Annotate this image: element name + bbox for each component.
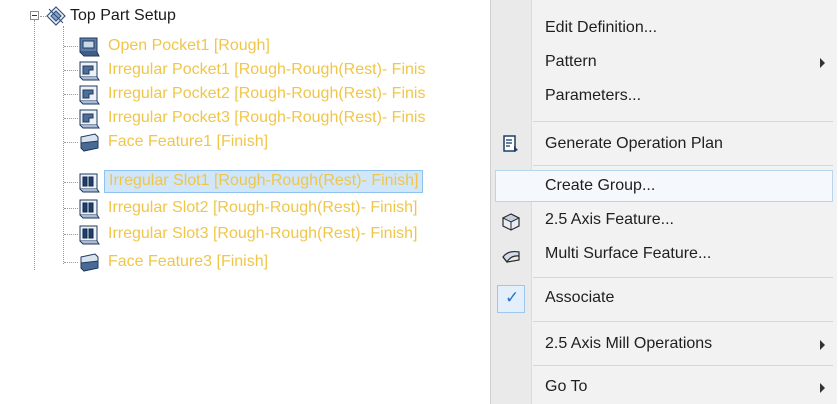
- menu-item-label: Pattern: [545, 53, 597, 70]
- axis-feature-icon: [501, 213, 521, 231]
- menu-item-label: 2.5 Axis Mill Operations: [545, 335, 713, 352]
- submenu-arrow-icon: [820, 383, 825, 393]
- open-pocket-icon: [79, 37, 100, 57]
- tree-branch: [64, 94, 78, 95]
- collapse-toggle[interactable]: [30, 11, 39, 20]
- tree-branch: [64, 118, 78, 119]
- tree-item-label: Irregular Slot2 [Rough-Rough(Rest)- Fini…: [108, 199, 418, 216]
- menu-separator: [533, 121, 833, 122]
- tree-item-label: Irregular Slot1 [Rough-Rough(Rest)- Fini…: [104, 170, 424, 193]
- menu-item-label: Associate: [545, 289, 615, 306]
- setup-label[interactable]: Top Part Setup: [70, 6, 176, 26]
- tree-item-irregular-slot2[interactable]: Irregular Slot2 [Rough-Rough(Rest)- Fini…: [0, 196, 486, 220]
- tree-item-label: Irregular Slot3 [Rough-Rough(Rest)- Fini…: [108, 225, 418, 242]
- context-menu: Edit Definition... Pattern Parameters...…: [490, 0, 837, 404]
- setup-icon: [46, 6, 66, 26]
- face-feature-icon: [80, 253, 99, 272]
- tree-branch: [64, 46, 78, 47]
- tree-item-irregular-pocket3[interactable]: Irregular Pocket3 [Rough-Rough(Rest)- Fi…: [0, 106, 486, 130]
- tree-item-label: Irregular Pocket2 [Rough-Rough(Rest)- Fi…: [108, 85, 426, 102]
- irregular-slot-icon: [79, 225, 100, 245]
- checkmark-icon: ✓: [505, 288, 520, 307]
- tree-item-label: Irregular Pocket3 [Rough-Rough(Rest)- Fi…: [108, 109, 426, 126]
- tree-branch: [64, 208, 78, 209]
- tree-item-label: Face Feature3 [Finish]: [108, 253, 269, 270]
- irregular-slot-icon: [79, 199, 100, 219]
- tree-item-label: Open Pocket1 [Rough]: [108, 37, 270, 54]
- tree-item-open-pocket1[interactable]: Open Pocket1 [Rough]: [0, 34, 486, 58]
- menu-item-go-to[interactable]: Go To: [491, 372, 837, 402]
- multi-surface-icon: [502, 250, 520, 264]
- tree-item-label: Face Feature1 [Finish]: [108, 133, 269, 150]
- menu-separator: [533, 165, 833, 166]
- irregular-pocket-icon: [79, 85, 100, 105]
- menu-separator: [533, 365, 833, 366]
- menu-item-label: Generate Operation Plan: [545, 135, 723, 152]
- menu-item-2-5-axis-mill-operations[interactable]: 2.5 Axis Mill Operations: [491, 328, 837, 358]
- menu-item-label: Edit Definition...: [545, 19, 658, 36]
- tree-item-irregular-pocket1[interactable]: Irregular Pocket1 [Rough-Rough(Rest)- Fi…: [0, 58, 486, 82]
- irregular-pocket-icon: [79, 109, 100, 129]
- menu-item-label: 2.5 Axis Feature...: [545, 211, 674, 228]
- menu-item-multi-surface-feature[interactable]: Multi Surface Feature...: [491, 240, 837, 270]
- menu-item-label: Go To: [545, 378, 588, 395]
- tree-item-irregular-slot3[interactable]: Irregular Slot3 [Rough-Rough(Rest)- Fini…: [0, 222, 486, 246]
- submenu-arrow-icon: [820, 58, 825, 68]
- tree-branch: [64, 182, 78, 183]
- menu-item-create-group[interactable]: Create Group...: [491, 170, 837, 202]
- irregular-pocket-icon: [79, 61, 100, 81]
- tree-item-face-feature3[interactable]: Face Feature3 [Finish]: [0, 250, 486, 274]
- operation-plan-icon: [503, 135, 518, 152]
- tree-item-irregular-slot1[interactable]: Irregular Slot1 [Rough-Rough(Rest)- Fini…: [0, 170, 486, 194]
- tree-item-irregular-pocket2[interactable]: Irregular Pocket2 [Rough-Rough(Rest)- Fi…: [0, 82, 486, 106]
- tree-branch: [64, 70, 78, 71]
- menu-item-generate-operation-plan[interactable]: Generate Operation Plan: [491, 128, 837, 160]
- menu-item-edit-definition[interactable]: Edit Definition...: [491, 14, 837, 44]
- menu-item-associate[interactable]: ✓ Associate: [491, 284, 837, 314]
- menu-item-label: Create Group...: [545, 177, 656, 194]
- menu-item-2-5-axis-feature[interactable]: 2.5 Axis Feature...: [491, 206, 837, 236]
- face-feature-icon: [80, 133, 99, 152]
- menu-separator: [533, 321, 833, 322]
- menu-item-label: Multi Surface Feature...: [545, 245, 712, 262]
- tree-branch: [64, 234, 78, 235]
- menu-item-parameters[interactable]: Parameters...: [491, 82, 837, 112]
- irregular-slot-icon: [79, 173, 100, 193]
- tree-branch: [64, 142, 78, 143]
- submenu-arrow-icon: [820, 340, 825, 350]
- tree-item-face-feature1[interactable]: Face Feature1 [Finish]: [0, 130, 486, 154]
- tree-item-label: Irregular Pocket1 [Rough-Rough(Rest)- Fi…: [108, 61, 426, 78]
- tree-branch: [64, 262, 78, 263]
- menu-separator: [533, 277, 833, 278]
- feature-tree: Top Part Setup Open Pocket1 [Rough] Irre…: [0, 0, 490, 404]
- menu-item-label: Parameters...: [545, 87, 642, 104]
- menu-item-pattern[interactable]: Pattern: [491, 48, 837, 78]
